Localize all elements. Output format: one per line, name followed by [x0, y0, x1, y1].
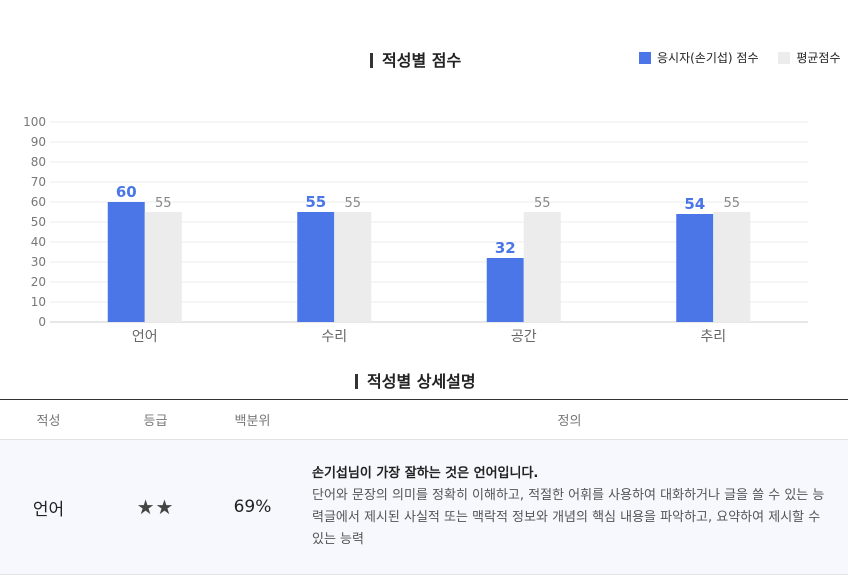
- grade-stars: ★★: [97, 439, 214, 575]
- bar-candidate: [297, 212, 335, 322]
- legend-label-candidate: 응시자(손기섭) 점수: [657, 51, 759, 65]
- header-percentile: 백분위: [214, 399, 291, 440]
- y-tick-label: 20: [31, 275, 46, 289]
- legend-item-candidate: 응시자(손기섭) 점수: [639, 49, 759, 66]
- data-label-average: 55: [344, 196, 361, 211]
- y-tick-label: 30: [31, 255, 46, 269]
- y-tick-label: 90: [31, 135, 46, 149]
- y-tick-label: 40: [31, 235, 46, 249]
- bar-average: [334, 212, 372, 322]
- data-label-average: 55: [723, 196, 740, 211]
- y-tick-label: 60: [31, 195, 46, 209]
- bar-candidate: [676, 214, 714, 322]
- header-definition: 정의: [291, 399, 848, 440]
- header-aptitude: 적성: [0, 399, 97, 440]
- legend-label-average: 평균점수: [796, 51, 841, 65]
- y-tick-label: 70: [31, 175, 46, 189]
- y-tick-label: 100: [23, 115, 46, 129]
- definition-lead: 손기섭님이 가장 잘하는 것은 언어입니다.: [312, 466, 539, 481]
- bar-average: [713, 212, 751, 322]
- x-tick-label: 수리: [321, 329, 347, 345]
- chart-title-text: 적성별 점수: [382, 51, 462, 70]
- chart-legend: 응시자(손기섭) 점수 평균점수: [639, 49, 857, 67]
- legend-swatch-average: [778, 51, 791, 64]
- data-label-candidate: 54: [684, 195, 705, 213]
- data-label-average: 55: [155, 196, 172, 211]
- definition-text: 단어와 문장의 의미를 정확히 이해하고, 적절한 어휘를 사용하여 대화하거나…: [312, 488, 825, 547]
- detail-title-text: 적성별 상세설명: [367, 372, 476, 391]
- table-row: 언어 ★★ 69% 손기섭님이 가장 잘하는 것은 언어입니다. 단어와 문장의…: [0, 439, 848, 575]
- x-tick-label: 공간: [511, 329, 537, 345]
- bar-chart: 0 10 20 30 40 50 60 70 80 90 100 60 55 언어 55 55 수리 32 55 공간…: [23, 115, 808, 345]
- x-tick-label: 추리: [700, 329, 726, 345]
- table-header-row: 적성 등급 백분위 정의: [0, 399, 848, 440]
- legend-swatch-candidate: [639, 51, 651, 64]
- x-tick-label: 언어: [132, 329, 158, 345]
- y-tick-label: 80: [31, 155, 46, 169]
- percentile-value: 69%: [214, 439, 291, 575]
- aptitude-detail-table: 적성 등급 백분위 정의 언어 ★★ 69% 손기섭님이 가장 잘하는 것은 언…: [0, 399, 848, 575]
- y-tick-label: 50: [31, 215, 46, 229]
- bar-candidate: [107, 202, 145, 322]
- data-label-candidate: 55: [305, 193, 326, 211]
- y-tick-label: 10: [31, 295, 46, 309]
- header-grade: 등급: [97, 399, 214, 440]
- aptitude-name: 언어: [0, 439, 97, 575]
- legend-item-average: 평균점수: [778, 49, 841, 66]
- definition-cell: 손기섭님이 가장 잘하는 것은 언어입니다. 단어와 문장의 의미를 정확히 이…: [291, 439, 848, 575]
- data-label-average: 55: [534, 196, 551, 211]
- bar-average: [144, 212, 182, 322]
- title-marker: [370, 53, 373, 68]
- data-label-candidate: 60: [116, 183, 137, 201]
- chart-section-title: 적성별 점수: [370, 47, 461, 71]
- detail-section-title: 적성별 상세설명: [355, 368, 476, 392]
- y-tick-label: 0: [38, 315, 46, 329]
- data-label-candidate: 32: [495, 239, 516, 257]
- title-marker: [355, 374, 358, 389]
- bar-candidate: [486, 258, 524, 322]
- bar-average: [523, 212, 561, 322]
